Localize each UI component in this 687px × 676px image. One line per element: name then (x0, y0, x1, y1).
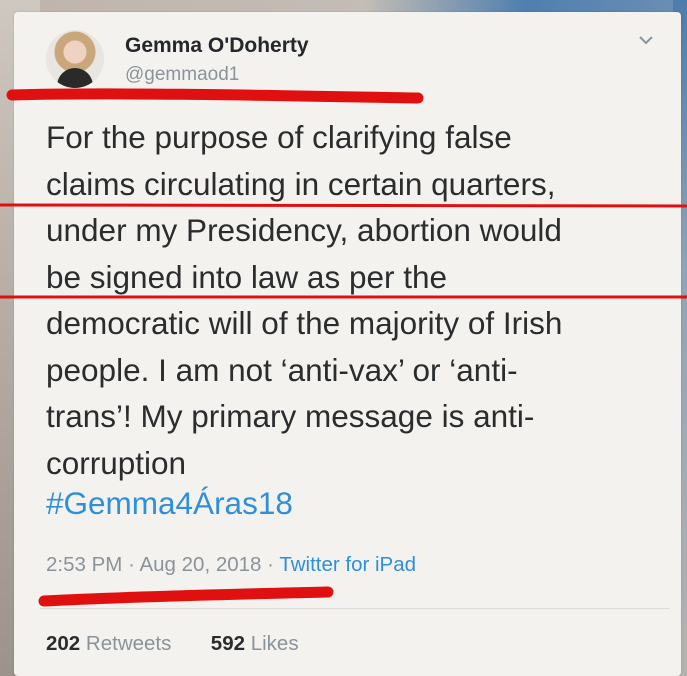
red-underline-timestamp (38, 586, 334, 607)
red-underline-handle (6, 88, 424, 104)
annotation-overlay (0, 88, 687, 607)
red-line-upper (0, 203, 687, 208)
